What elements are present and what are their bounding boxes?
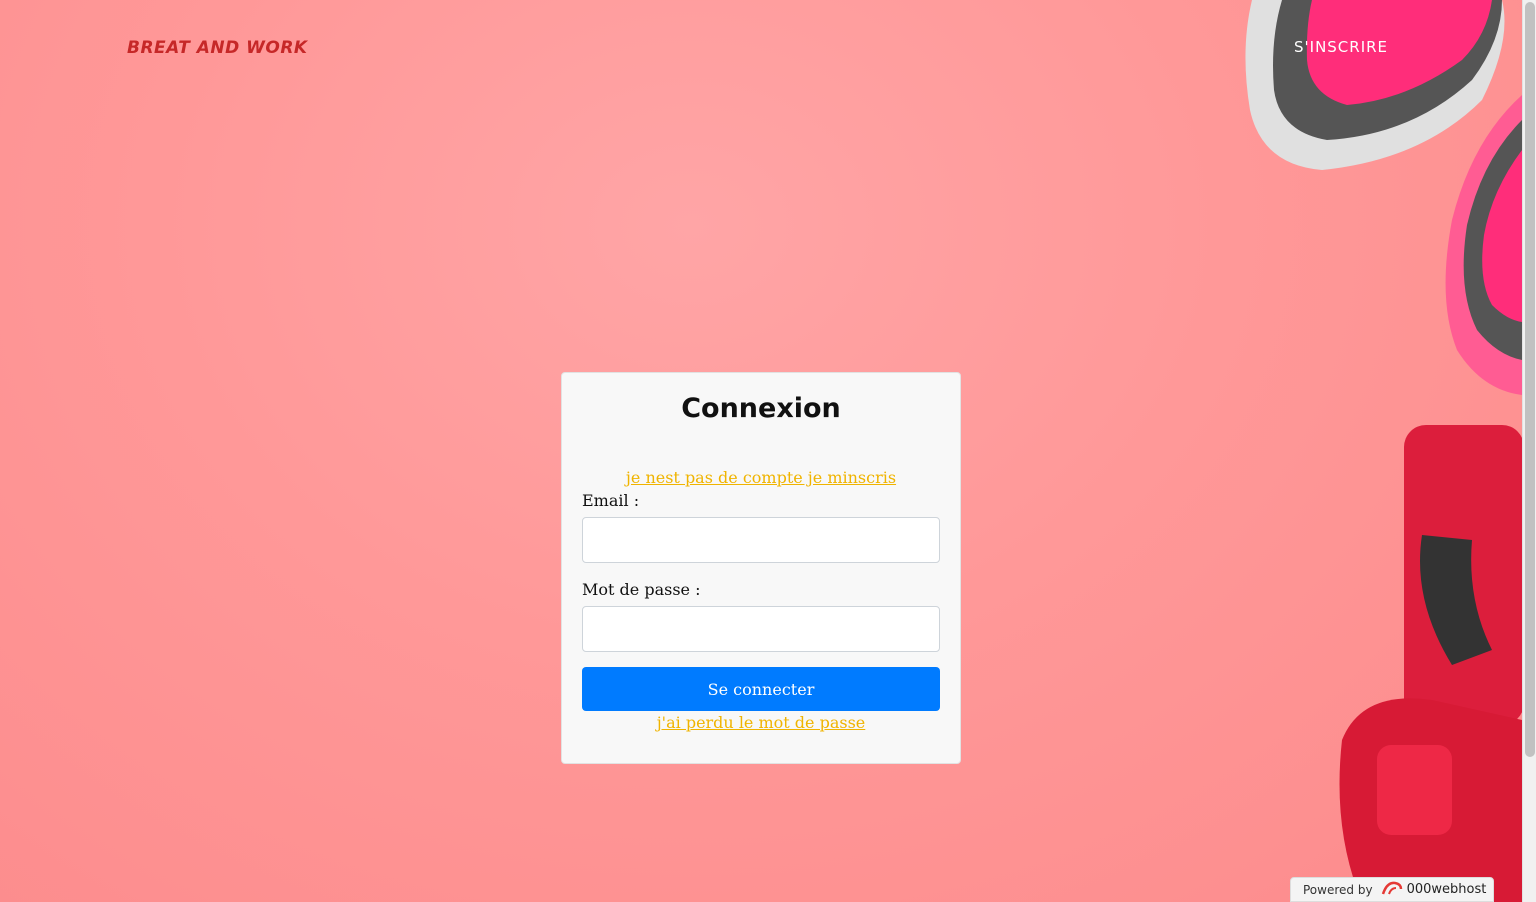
sneakers-dumbbells-image: [1245, 0, 1522, 902]
page-scrollbar[interactable]: [1522, 0, 1536, 902]
login-title: Connexion: [681, 393, 841, 424]
login-card: Connexion je nest pas de compte je minsc…: [561, 372, 961, 764]
email-field[interactable]: [582, 517, 940, 563]
nav-signup-link[interactable]: S'INSCRIRE: [1294, 38, 1388, 56]
powered-by-badge[interactable]: Powered by 000webhost: [1290, 877, 1494, 902]
login-button[interactable]: Se connecter: [582, 667, 940, 711]
password-field[interactable]: [582, 606, 940, 652]
email-label: Email :: [582, 491, 640, 510]
scrollbar-thumb[interactable]: [1525, 2, 1535, 757]
lost-password-link[interactable]: j'ai perdu le mot de passe: [582, 713, 940, 732]
webhost-logo-icon: [1381, 880, 1403, 899]
signup-link[interactable]: je nest pas de compte je minscris: [582, 468, 940, 487]
webhost-name: 000webhost: [1406, 882, 1487, 897]
brand-logo[interactable]: BREAT AND WORK: [127, 38, 308, 58]
powered-by-label: Powered by: [1303, 882, 1373, 897]
password-label: Mot de passe :: [582, 580, 701, 599]
